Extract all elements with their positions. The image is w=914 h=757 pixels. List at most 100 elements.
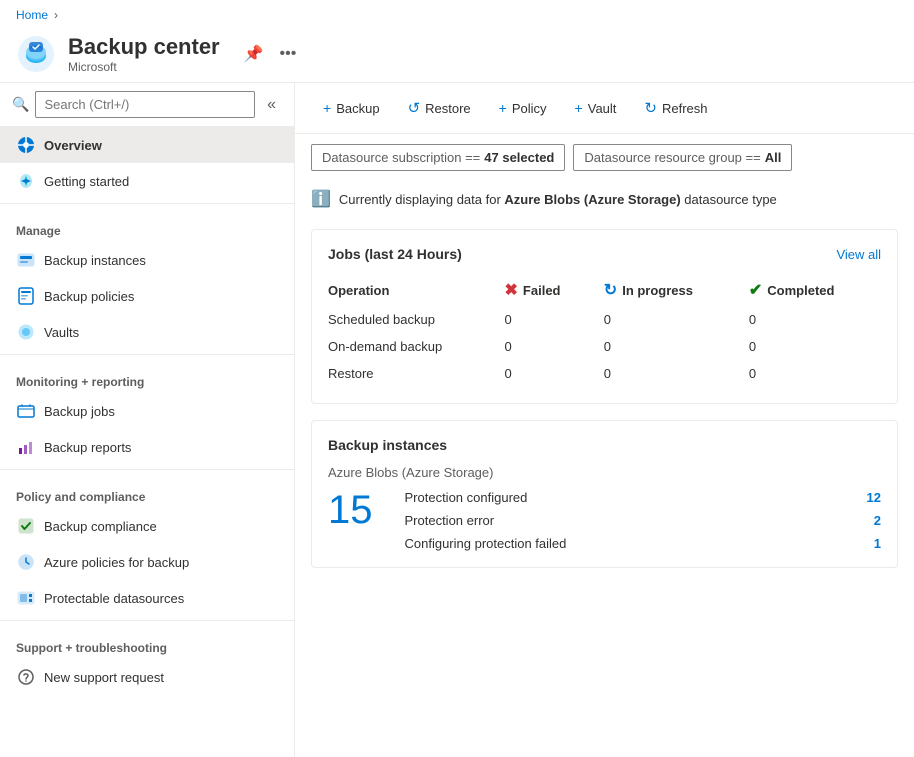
job-completed-1: 0 [741,333,881,360]
subscription-filter-key: Datasource subscription == [322,150,480,165]
jobs-card-title-text: Jobs (last 24 Hours) [328,246,462,262]
manage-divider [0,203,294,204]
sidebar-item-new-support[interactable]: New support request [0,659,294,695]
jobs-card: Jobs (last 24 Hours) View all Operation … [311,229,898,404]
sidebar-item-backup-compliance-label: Backup compliance [44,519,157,534]
backup-instances-card: Backup instances Azure Blobs (Azure Stor… [311,420,898,568]
info-icon: ℹ️ [311,189,331,209]
subscription-filter[interactable]: Datasource subscription == 47 selected [311,144,565,171]
info-text: Currently displaying data for Azure Blob… [339,192,777,207]
search-row: 🔍 « [0,83,294,127]
backup-reports-icon [16,437,36,457]
job-completed-2: 0 [741,360,881,387]
backup-center-icon [16,34,56,74]
sidebar-item-vaults-label: Vaults [44,325,79,340]
jobs-table-row: Restore 0 0 0 [328,360,881,387]
sidebar-item-backup-reports[interactable]: Backup reports [0,429,294,465]
backup-compliance-icon [16,516,36,536]
job-in-progress-0: 0 [596,306,741,333]
sidebar-item-azure-policies[interactable]: Azure policies for backup [0,544,294,580]
breadcrumb-home[interactable]: Home [16,8,48,22]
main-layout: 🔍 « Overview Getting started Manage Back… [0,82,914,757]
sidebar-item-vaults[interactable]: Vaults [0,314,294,350]
more-button[interactable]: ••• [276,41,301,67]
monitoring-section-label: Monitoring + reporting [0,363,294,393]
restore-button[interactable]: ↺ Restore [396,93,483,123]
job-in-progress-2: 0 [596,360,741,387]
instance-details: Protection configured 12 Protection erro… [405,490,882,551]
instance-metric-row: Configuring protection failed 1 [405,536,882,551]
app-title-block: Backup center Microsoft [68,34,220,74]
sidebar-item-backup-policies[interactable]: Backup policies [0,278,294,314]
toolbar: + Backup ↺ Restore + Policy + Vault ↻ Re… [295,83,914,134]
overview-icon [16,135,36,155]
jobs-table-row: Scheduled backup 0 0 0 [328,306,881,333]
info-highlight: Azure Blobs (Azure Storage) [504,192,680,207]
support-divider [0,620,294,621]
sidebar-item-backup-policies-label: Backup policies [44,289,134,304]
instance-metric-label-1: Protection error [405,513,495,528]
view-all-link[interactable]: View all [836,247,881,262]
vault-button-label: Vault [588,101,617,116]
header-actions: 📌 ••• [240,40,301,68]
sidebar-item-getting-started[interactable]: Getting started [0,163,294,199]
restore-icon: ↺ [408,99,421,117]
vault-button[interactable]: + Vault [563,94,629,122]
col-in-progress-label: In progress [622,283,693,298]
info-bar: ℹ️ Currently displaying data for Azure B… [295,181,914,217]
sidebar-item-backup-instances[interactable]: Backup instances [0,242,294,278]
resource-group-filter[interactable]: Datasource resource group == All [573,144,792,171]
breadcrumb-separator: › [54,8,58,22]
vault-plus-icon: + [575,100,583,116]
policy-section-label: Policy and compliance [0,478,294,508]
col-completed-label: Completed [767,283,834,298]
backup-instances-section-title: Azure Blobs (Azure Storage) [328,465,881,480]
sidebar-item-backup-compliance[interactable]: Backup compliance [0,508,294,544]
instance-metric-value-1: 2 [874,513,881,528]
completed-icon: ✔ [749,280,762,300]
instance-metric-row: Protection error 2 [405,513,882,528]
job-operation-2: Restore [328,360,497,387]
backup-instances-icon [16,250,36,270]
policy-button-label: Policy [512,101,547,116]
sidebar-item-protectable[interactable]: Protectable datasources [0,580,294,616]
sidebar-item-overview[interactable]: Overview [0,127,294,163]
job-failed-0: 0 [497,306,596,333]
instance-metric-row: Protection configured 12 [405,490,882,505]
sidebar-item-overview-label: Overview [44,138,102,153]
app-title: Backup center [68,34,220,60]
sidebar-item-backup-jobs[interactable]: Backup jobs [0,393,294,429]
job-failed-1: 0 [497,333,596,360]
search-input[interactable] [35,91,255,118]
refresh-button[interactable]: ↻ Refresh [632,93,719,123]
policy-button[interactable]: + Policy [487,94,559,122]
pin-button[interactable]: 📌 [240,40,268,68]
failed-icon: ✖ [505,280,518,300]
job-operation-1: On-demand backup [328,333,497,360]
col-failed: ✖ Failed [497,274,596,306]
backup-button[interactable]: + Backup [311,94,392,122]
instance-metric-value-0: 12 [867,490,881,505]
instance-body: 15 Protection configured 12 Protection e… [328,490,881,551]
resource-group-filter-key: Datasource resource group == [584,150,760,165]
vaults-icon [16,322,36,342]
col-completed: ✔ Completed [741,274,881,306]
subscription-filter-val: 47 selected [484,150,554,165]
instance-metric-label-2: Configuring protection failed [405,536,567,551]
sidebar-item-protectable-label: Protectable datasources [44,591,184,606]
sidebar-item-new-support-label: New support request [44,670,164,685]
job-in-progress-1: 0 [596,333,741,360]
backup-policies-icon [16,286,36,306]
refresh-icon: ↻ [644,99,657,117]
job-operation-0: Scheduled backup [328,306,497,333]
collapse-sidebar-button[interactable]: « [261,94,282,116]
monitoring-divider [0,354,294,355]
breadcrumb: Home › [0,0,914,30]
sidebar-item-backup-jobs-label: Backup jobs [44,404,115,419]
col-operation: Operation [328,274,497,306]
job-completed-0: 0 [741,306,881,333]
col-failed-label: Failed [523,283,561,298]
support-section-label: Support + troubleshooting [0,629,294,659]
sidebar-item-backup-reports-label: Backup reports [44,440,131,455]
instance-metric-label-0: Protection configured [405,490,528,505]
